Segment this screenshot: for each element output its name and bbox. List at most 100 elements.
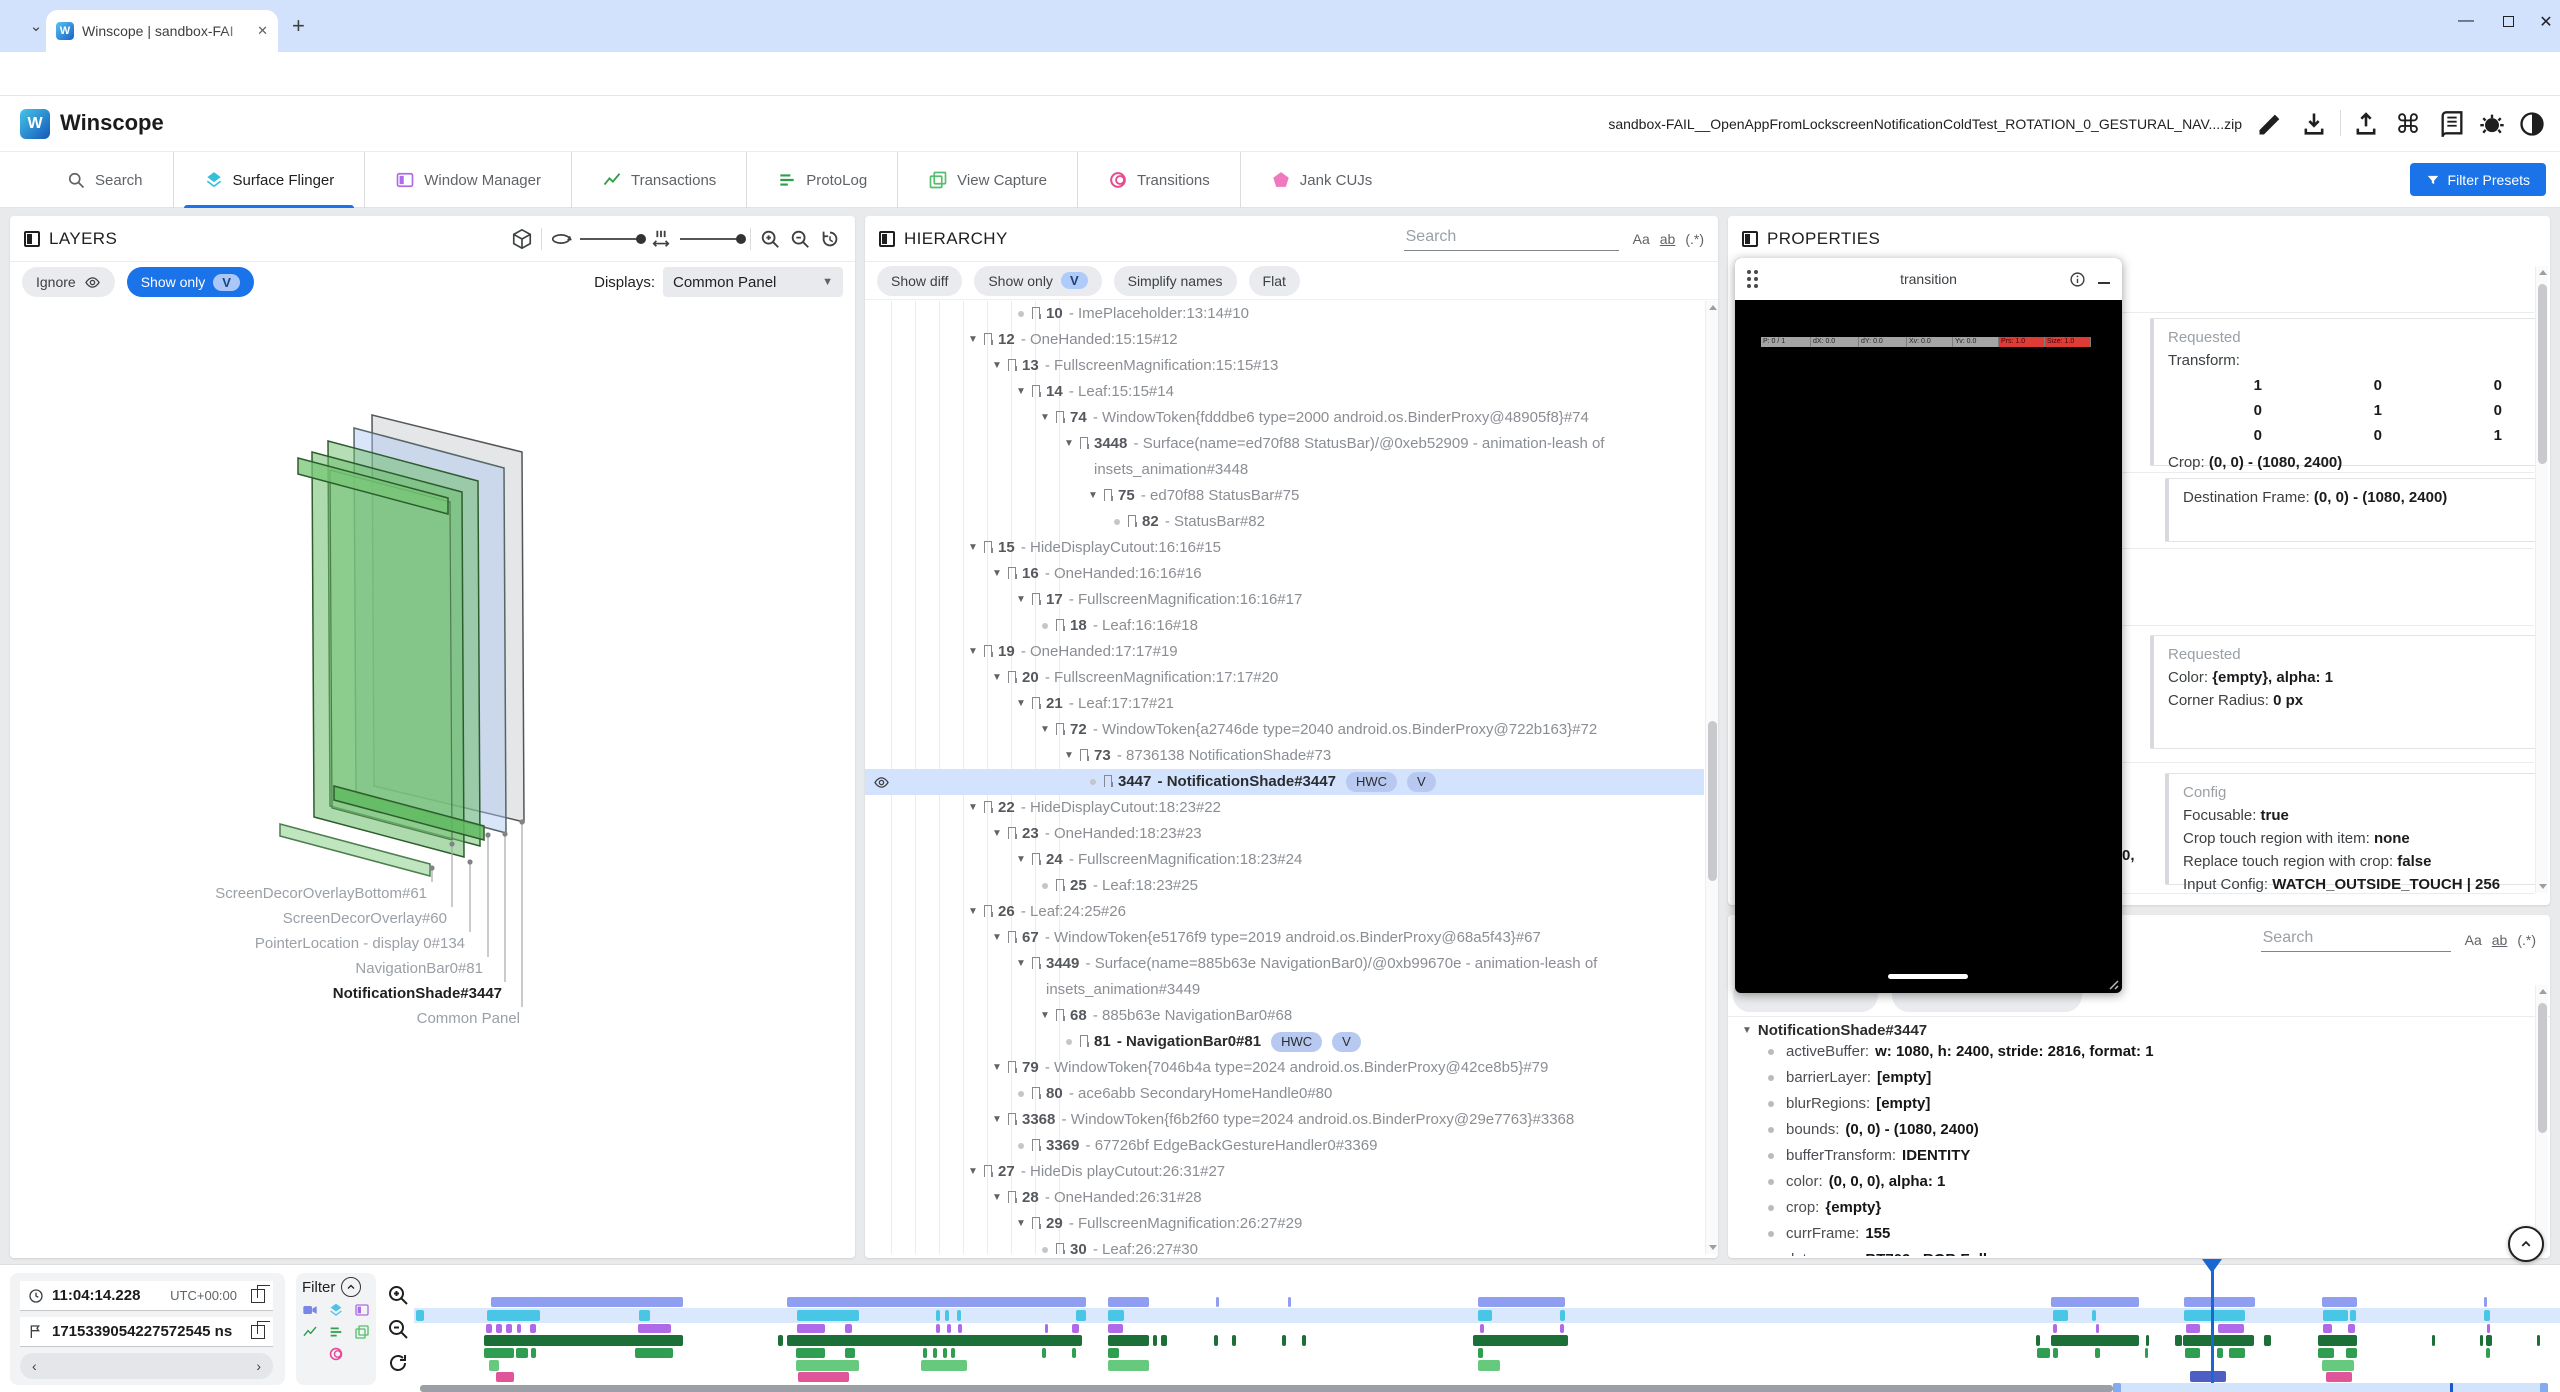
pin-icon[interactable] — [1032, 1139, 1040, 1147]
trace-segment-screen-recording[interactable] — [787, 1297, 1086, 1307]
pin-icon[interactable] — [1056, 1009, 1064, 1017]
trace-segment-screen-recording[interactable] — [1108, 1297, 1149, 1307]
trace-segment-view-capture[interactable] — [1478, 1360, 1500, 1371]
timeline-cursor-head[interactable] — [2202, 1259, 2222, 1273]
trace-segment-protolog[interactable] — [2346, 1348, 2357, 1358]
trace-segment-transactions[interactable] — [1161, 1335, 1167, 1346]
trace-segment-view-capture[interactable] — [489, 1360, 499, 1371]
screen-preview-window[interactable]: transition P: 0 / 1dX: 0.0dY: 0.0Xv: 0.0… — [1735, 258, 2122, 993]
property-root-node[interactable]: ▼NotificationShade#3447 — [1742, 1022, 2532, 1039]
zoom-in-icon[interactable] — [759, 228, 781, 250]
minimize-icon[interactable] — [2098, 282, 2110, 284]
chart-icon[interactable] — [302, 1324, 318, 1340]
trace-segment-protolog[interactable] — [484, 1348, 514, 1358]
tab-surface-flinger[interactable]: Surface Flinger — [173, 152, 365, 208]
tree-node-16[interactable]: ▼16 - OneHanded:16:16#16 — [865, 561, 1704, 587]
trace-segment-window-manager[interactable] — [958, 1324, 962, 1333]
trace-segment-protolog[interactable] — [923, 1348, 927, 1358]
trace-segment-window-manager[interactable] — [1560, 1324, 1564, 1333]
trace-segment-protolog[interactable] — [2053, 1348, 2058, 1358]
layers-icon[interactable] — [328, 1302, 344, 1318]
visibility-eye-icon[interactable] — [873, 774, 890, 791]
tree-node-3447[interactable]: 3447 - NotificationShade#3447HWCV — [865, 769, 1704, 795]
expand-arrow-icon[interactable]: ▼ — [1013, 691, 1029, 717]
tree-node-30[interactable]: 30 - Leaf:26:27#30 — [865, 1237, 1704, 1254]
trace-segment-surface-flinger[interactable] — [1478, 1310, 1492, 1321]
trace-segment-window-manager[interactable] — [496, 1324, 502, 1333]
trace-segment-active-transition[interactable] — [2190, 1371, 2226, 1382]
pin-icon[interactable] — [1056, 1243, 1064, 1251]
trace-segment-window-manager[interactable] — [2053, 1324, 2057, 1333]
trace-segment-surface-flinger[interactable] — [1108, 1310, 1124, 1321]
tree-node-22[interactable]: ▼22 - HideDisplayCutout:18:23#22 — [865, 795, 1704, 821]
trace-segment-protolog[interactable] — [943, 1348, 947, 1358]
search-toggle[interactable]: ab — [1660, 231, 1676, 247]
trace-segment-screen-recording[interactable] — [2322, 1297, 2357, 1307]
tree-node-79[interactable]: ▼79 - WindowToken{7046b4a type=2024 andr… — [865, 1055, 1704, 1081]
timeline-canvas[interactable] — [0, 1265, 2560, 1392]
trace-segment-protolog[interactable] — [2217, 1348, 2223, 1358]
zoom-range-slider[interactable] — [2113, 1383, 2548, 1392]
tree-node-3449[interactable]: ▼3449 - Surface(name=885b63e NavigationB… — [865, 951, 1704, 1003]
bug-report-icon[interactable] — [2478, 110, 2506, 138]
trace-segment-surface-flinger[interactable] — [1560, 1310, 1565, 1321]
expand-arrow-icon[interactable]: ▼ — [965, 795, 981, 821]
tree-node-3368[interactable]: ▼3368 - WindowToken{f6b2f60 type=2024 an… — [865, 1107, 1704, 1133]
trace-segment-window-manager[interactable] — [517, 1324, 521, 1333]
tree-node-74[interactable]: ▼74 - WindowToken{fdddbe6 type=2000 andr… — [865, 405, 1704, 431]
tab-window-manager[interactable]: Window Manager — [364, 152, 571, 208]
trace-segment-transitions[interactable] — [496, 1372, 514, 1382]
tree-node-82[interactable]: 82 - StatusBar#82 — [865, 509, 1704, 535]
trace-segment-protolog[interactable] — [845, 1348, 855, 1358]
property-item[interactable]: barrierLayer:[empty] — [1742, 1065, 2532, 1091]
tree-node-72[interactable]: ▼72 - WindowToken{a2746de type=2040 andr… — [865, 717, 1704, 743]
layer-label[interactable]: NotificationShade#3447 — [333, 985, 502, 1002]
tree-node-75[interactable]: ▼75 - ed70f88 StatusBar#75 — [865, 483, 1704, 509]
layer-label[interactable]: Common Panel — [417, 1010, 520, 1027]
tree-node-23[interactable]: ▼23 - OneHanded:18:23#23 — [865, 821, 1704, 847]
property-item[interactable]: crop:{empty} — [1742, 1195, 2532, 1221]
pin-icon[interactable] — [1128, 515, 1136, 523]
trace-segment-protolog[interactable] — [1042, 1348, 1046, 1358]
spacing-slider[interactable] — [680, 238, 742, 240]
collapse-fab-button[interactable] — [2508, 1226, 2544, 1262]
tree-node-28[interactable]: ▼28 - OneHanded:26:31#28 — [865, 1185, 1704, 1211]
tree-node-73[interactable]: ▼73 - 8736138 NotificationShade#73 — [865, 743, 1704, 769]
timeline-scrollbar[interactable] — [420, 1385, 2113, 1392]
trace-segment-protolog[interactable] — [2185, 1348, 2200, 1358]
search-toggle[interactable]: Aa — [1633, 231, 1650, 247]
trace-segment-surface-flinger[interactable] — [2484, 1310, 2490, 1321]
edit-icon[interactable] — [2256, 110, 2284, 138]
trace-segment-protolog[interactable] — [796, 1348, 825, 1358]
swirl-icon[interactable] — [328, 1346, 344, 1362]
tree-node-17[interactable]: ▼17 - FullscreenMagnification:16:16#17 — [865, 587, 1704, 613]
pin-icon[interactable] — [1032, 853, 1040, 861]
trace-segment-surface-flinger[interactable] — [945, 1310, 949, 1321]
tree-node-15[interactable]: ▼15 - HideDisplayCutout:16:16#15 — [865, 535, 1704, 561]
pin-icon[interactable] — [984, 1165, 992, 1173]
trace-segment-transactions[interactable] — [2264, 1335, 2271, 1346]
expand-arrow-icon[interactable]: ▼ — [965, 639, 981, 665]
tab-search[interactable]: Search — [36, 152, 173, 208]
pin-icon[interactable] — [1032, 1087, 1040, 1095]
trace-segment-window-manager[interactable] — [947, 1324, 951, 1333]
reset-view-icon[interactable] — [819, 228, 841, 250]
tree-node-10[interactable]: 10 - ImePlaceholder:13:14#10 — [865, 301, 1704, 327]
slider-position-tick[interactable] — [2450, 1383, 2453, 1392]
property-item[interactable]: bufferTransform:IDENTITY — [1742, 1143, 2532, 1169]
expand-arrow-icon[interactable]: ▼ — [989, 1107, 1005, 1133]
pin-icon[interactable] — [1056, 879, 1064, 887]
search-toggle[interactable]: ab — [2492, 932, 2508, 948]
property-item[interactable]: activeBuffer:w: 1080, h: 2400, stride: 2… — [1742, 1039, 2532, 1065]
trace-segment-screen-recording[interactable] — [2051, 1297, 2139, 1307]
expand-arrow-icon[interactable]: ▼ — [989, 925, 1005, 951]
property-dump-scrollbar[interactable] — [2535, 985, 2548, 1252]
tab-transactions[interactable]: Transactions — [571, 152, 746, 208]
trace-segment-transactions[interactable] — [1473, 1335, 1568, 1346]
list-icon[interactable] — [328, 1324, 344, 1340]
new-tab-button[interactable]: + — [292, 13, 305, 39]
tree-node-26[interactable]: ▼26 - Leaf:24:25#26 — [865, 899, 1704, 925]
trace-segment-transactions[interactable] — [484, 1335, 683, 1346]
trace-segment-window-manager[interactable] — [506, 1324, 512, 1333]
expand-arrow-icon[interactable]: ▼ — [1037, 1003, 1053, 1029]
